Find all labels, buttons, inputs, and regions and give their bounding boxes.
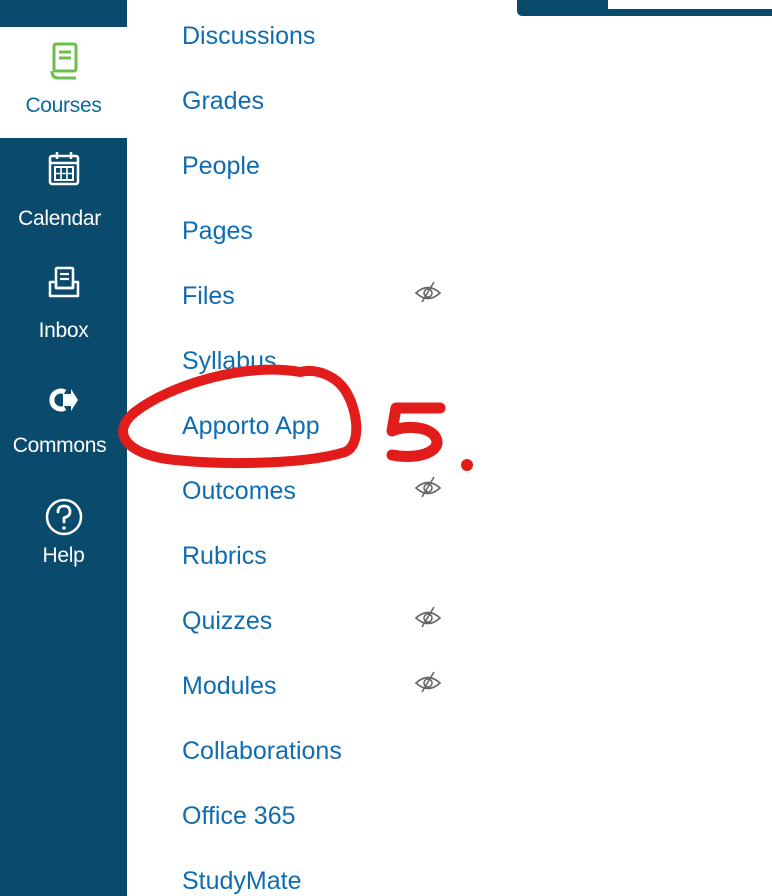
eye-slash-icon: [414, 281, 442, 303]
nav-label-help: Help: [42, 544, 85, 567]
course-nav-office-365[interactable]: Office 365: [182, 801, 296, 831]
course-nav-discussions[interactable]: Discussions: [182, 21, 315, 51]
nav-label-inbox: Inbox: [38, 319, 89, 342]
nav-top-strip: [0, 0, 127, 27]
nav-item-help[interactable]: Help: [0, 497, 127, 568]
nav-item-courses[interactable]: Courses: [0, 42, 127, 118]
eye-slash-icon: [414, 671, 442, 693]
course-nav-quizzes[interactable]: Quizzes: [182, 606, 272, 636]
eye-slash-icon: [414, 476, 442, 498]
course-nav-studymate[interactable]: StudyMate: [182, 866, 302, 896]
top-bar-inner: [608, 0, 772, 9]
nav-item-inbox[interactable]: Inbox: [0, 265, 127, 343]
course-nav-pages[interactable]: Pages: [182, 216, 253, 246]
course-nav-modules[interactable]: Modules: [182, 671, 277, 701]
inbox-icon: [48, 266, 79, 298]
handwritten-number-5: [386, 402, 446, 462]
course-nav-rubrics[interactable]: Rubrics: [182, 541, 267, 571]
course-nav-grades[interactable]: Grades: [182, 86, 264, 116]
nav-label-calendar: Calendar: [18, 207, 101, 230]
global-navigation: Courses Calendar Inbox Commons Help: [0, 0, 127, 896]
help-question-icon: [45, 498, 82, 536]
course-nav-files[interactable]: Files: [182, 281, 235, 311]
course-nav-outcomes[interactable]: Outcomes: [182, 476, 296, 506]
course-nav-syllabus[interactable]: Syllabus: [182, 346, 277, 376]
nav-label-courses: Courses: [25, 94, 102, 117]
commons-share-icon: [48, 388, 78, 412]
nav-item-commons[interactable]: Commons: [0, 385, 127, 458]
nav-label-commons: Commons: [12, 434, 107, 457]
handwritten-dot: [461, 459, 473, 471]
courses-book-icon: [50, 42, 77, 80]
calendar-icon: [48, 152, 79, 186]
eye-slash-icon: [414, 606, 442, 628]
course-nav-collaborations[interactable]: Collaborations: [182, 736, 342, 766]
nav-item-calendar[interactable]: Calendar: [0, 151, 127, 231]
course-nav-apporto-app[interactable]: Apporto App: [182, 411, 320, 441]
course-nav-people[interactable]: People: [182, 151, 260, 181]
